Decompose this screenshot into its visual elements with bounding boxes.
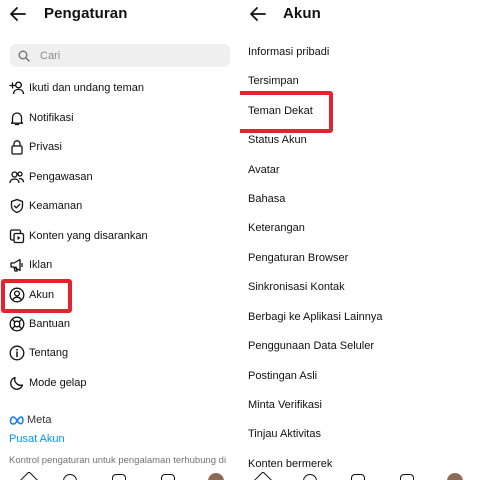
search-nav-icon[interactable] [303, 474, 317, 480]
reels-icon[interactable] [161, 474, 175, 480]
account-header: Akun [240, 0, 480, 30]
shield-icon [9, 198, 25, 214]
search-placeholder: Cari [40, 49, 61, 62]
menu-item-notifikasi[interactable]: Notifikasi [0, 105, 240, 131]
account-item-label: Tersimpan [248, 75, 299, 87]
account-item-tersimpan[interactable]: Tersimpan [240, 68, 480, 94]
menu-item-konten-disarankan[interactable]: Konten yang disarankan [0, 223, 240, 249]
menu-item-label: Pengawasan [29, 171, 93, 183]
profile-avatar[interactable] [208, 473, 224, 480]
settings-panel: Pengaturan Cari Ikuti dan undang teman N… [0, 0, 240, 480]
search-input[interactable]: Cari [10, 44, 230, 67]
home-icon[interactable] [253, 472, 273, 480]
menu-item-bantuan[interactable]: Bantuan [0, 311, 240, 337]
account-panel: Akun Informasi pribadi Tersimpan Teman D… [240, 0, 480, 480]
search-icon [18, 49, 32, 63]
bottom-nav [240, 472, 480, 480]
menu-item-tentang[interactable]: Tentang [0, 340, 240, 366]
menu-item-label: Iklan [29, 259, 53, 271]
account-item-berbagi[interactable]: Berbagi ke Aplikasi Lainnya [240, 304, 480, 330]
account-item-minta-verifikasi[interactable]: Minta Verifikasi [240, 392, 480, 418]
meta-logo: Meta [9, 414, 51, 426]
account-item-label: Konten bermerek [248, 458, 333, 470]
menu-item-label: Konten yang disarankan [29, 230, 148, 242]
menu-item-iklan[interactable]: Iklan [0, 252, 240, 278]
arrow-left-icon [250, 7, 266, 21]
home-icon[interactable] [19, 472, 39, 480]
menu-item-label: Ikuti dan undang teman [29, 82, 144, 94]
profile-avatar[interactable] [447, 473, 463, 480]
lock-icon [9, 139, 25, 155]
menu-item-label: Privasi [29, 141, 63, 153]
meta-infinity-icon [9, 416, 24, 425]
account-item-pengaturan-browser[interactable]: Pengaturan Browser [240, 245, 480, 271]
account-item-label: Sinkronisasi Kontak [248, 281, 345, 293]
add-post-icon[interactable] [351, 474, 365, 480]
account-item-informasi-pribadi[interactable]: Informasi pribadi [240, 39, 480, 65]
account-item-label: Berbagi ke Aplikasi Lainnya [248, 311, 383, 323]
account-item-label: Teman Dekat [248, 105, 313, 117]
menu-item-pengawasan[interactable]: Pengawasan [0, 164, 240, 190]
bottom-nav [0, 472, 240, 480]
meta-brand-text: Meta [27, 414, 52, 426]
account-item-penggunaan-data[interactable]: Penggunaan Data Seluler [240, 333, 480, 359]
info-icon [9, 345, 25, 361]
menu-item-akun[interactable]: Akun [0, 282, 240, 308]
settings-header: Pengaturan [0, 0, 240, 30]
footer-description: Kontrol pengaturan untuk pengalaman terh… [9, 455, 227, 466]
account-item-label: Keterangan [248, 222, 305, 234]
account-item-bahasa[interactable]: Bahasa [240, 186, 480, 212]
menu-item-mode-gelap[interactable]: Mode gelap [0, 370, 240, 396]
pusat-akun-link[interactable]: Pusat Akun [9, 433, 65, 445]
account-item-label: Tinjau Aktivitas [248, 428, 321, 440]
menu-item-label: Keamanan [29, 200, 83, 212]
lifebuoy-icon [9, 316, 25, 332]
page-title: Akun [283, 5, 321, 22]
account-item-teman-dekat[interactable]: Teman Dekat [240, 98, 480, 124]
menu-item-ikuti[interactable]: Ikuti dan undang teman [0, 75, 240, 101]
moon-icon [9, 375, 25, 391]
suggested-content-icon [9, 228, 25, 244]
menu-item-label: Akun [29, 289, 55, 301]
menu-item-label: Bantuan [29, 318, 70, 330]
bell-icon [9, 110, 25, 126]
account-item-label: Minta Verifikasi [248, 399, 322, 411]
account-item-label: Status Akun [248, 134, 307, 146]
account-item-keterangan[interactable]: Keterangan [240, 215, 480, 241]
account-item-tinjau-aktivitas[interactable]: Tinjau Aktivitas [240, 421, 480, 447]
account-item-postingan-asli[interactable]: Postingan Asli [240, 363, 480, 389]
arrow-left-icon [10, 7, 26, 21]
menu-item-label: Notifikasi [29, 112, 74, 124]
reels-icon[interactable] [400, 474, 414, 480]
back-button[interactable] [248, 4, 268, 24]
account-item-label: Penggunaan Data Seluler [248, 340, 374, 352]
menu-item-privasi[interactable]: Privasi [0, 134, 240, 160]
account-circle-icon [9, 287, 25, 303]
account-item-label: Bahasa [248, 193, 286, 205]
add-post-icon[interactable] [112, 474, 126, 480]
back-button[interactable] [8, 4, 28, 24]
megaphone-icon [9, 257, 25, 273]
menu-item-label: Tentang [29, 347, 69, 359]
account-item-label: Pengaturan Browser [248, 252, 349, 264]
people-icon [9, 169, 25, 185]
menu-item-keamanan[interactable]: Keamanan [0, 193, 240, 219]
account-item-label: Postingan Asli [248, 370, 318, 382]
page-title: Pengaturan [44, 5, 128, 22]
account-item-avatar[interactable]: Avatar [240, 157, 480, 183]
account-item-label: Avatar [248, 164, 280, 176]
account-item-sinkronisasi-kontak[interactable]: Sinkronisasi Kontak [240, 274, 480, 300]
account-item-label: Informasi pribadi [248, 46, 330, 58]
add-person-icon [9, 80, 25, 96]
account-item-status-akun[interactable]: Status Akun [240, 127, 480, 153]
menu-item-label: Mode gelap [29, 377, 87, 389]
search-nav-icon[interactable] [63, 474, 77, 480]
